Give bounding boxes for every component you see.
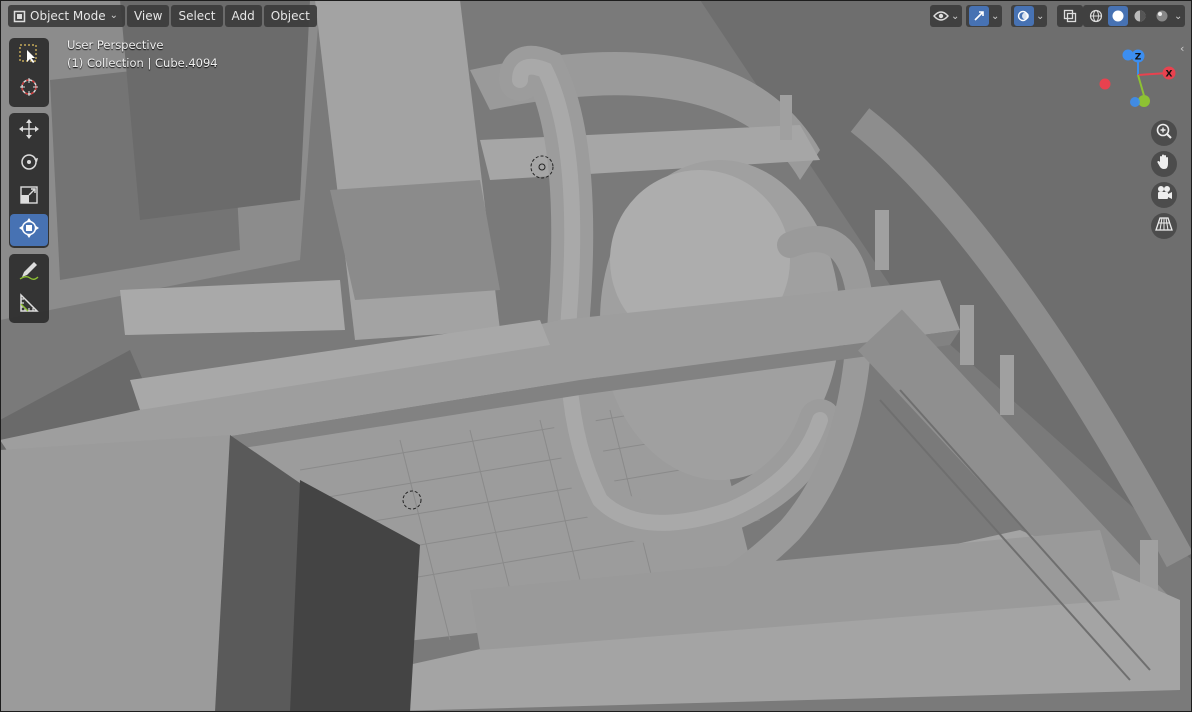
sidebar-toggle-arrow[interactable]: ‹ [1180,42,1184,55]
3d-viewport[interactable]: Object Mode ⌄ View Select Add Object ⌄ ⌄… [0,0,1192,712]
material-shading-icon[interactable] [1130,6,1150,26]
chevron-down-icon[interactable]: ⌄ [1174,11,1182,22]
menu-object[interactable]: Object [263,5,317,27]
chevron-down-icon: ⌄ [951,10,960,22]
viewport-header: Object Mode ⌄ View Select Add Object [8,4,319,28]
measure-ruler-icon [18,292,40,318]
zoom-icon [1155,122,1173,144]
eye-icon [933,10,949,22]
menu-add[interactable]: Add [224,5,262,27]
grid-perspective-icon [1155,215,1173,237]
rendered-shading-icon[interactable] [1152,6,1172,26]
scene-render[interactable] [0,0,1192,712]
tool-group-select [9,38,49,107]
move-icon [18,118,40,144]
annotate-pencil-icon [18,259,40,285]
xray-icon [1060,6,1080,26]
transform-tool[interactable] [10,214,48,246]
camera-view-button[interactable] [1151,182,1177,208]
select-box-tool[interactable] [10,40,48,72]
wireframe-shading-icon[interactable] [1086,6,1106,26]
visibility-toggle[interactable]: ⌄ [930,5,963,27]
gizmo-x-label: X [1166,70,1173,80]
select-box-icon [18,43,40,69]
move-tool[interactable] [10,115,48,147]
solid-shading-icon[interactable] [1108,6,1128,26]
navigation-gizmo[interactable]: Z X [1095,45,1181,113]
scale-tool[interactable] [10,181,48,213]
chevron-down-icon: ⌄ [991,10,1000,22]
rotate-tool[interactable] [10,148,48,180]
gizmo-icon [969,6,989,26]
shading-modes: ⌄ [1083,5,1186,27]
overlays-icon [1014,6,1034,26]
chevron-down-icon: ⌄ [1036,10,1045,22]
perspective-toggle-button[interactable] [1151,213,1177,239]
pan-button[interactable] [1151,151,1177,177]
zoom-button[interactable] [1151,120,1177,146]
object-mode-icon [13,10,26,23]
mode-label: Object Mode [30,9,106,23]
transform-icon [18,217,40,243]
xray-toggle[interactable] [1057,5,1083,27]
gizmo-z-label: Z [1135,53,1142,63]
scale-icon [18,184,40,210]
tool-group-transform [9,113,49,248]
gizmo-neg-y[interactable] [1130,97,1140,107]
menu-view[interactable]: View [126,5,170,27]
mode-dropdown[interactable]: Object Mode ⌄ [8,5,125,27]
hand-pan-icon [1155,153,1173,175]
cursor-icon [18,76,40,102]
gizmo-neg-x[interactable] [1099,78,1111,90]
tool-shelf [9,38,49,329]
overlays-toggle[interactable]: ⌄ [1011,5,1048,27]
camera-icon [1155,184,1173,206]
rotate-icon [18,151,40,177]
gizmo-toggle[interactable]: ⌄ [966,5,1003,27]
view-perspective-label: User Perspective [67,38,164,52]
menu-select[interactable]: Select [171,5,223,27]
tool-group-annotate [9,254,49,323]
active-object-label: (1) Collection | Cube.4094 [67,56,218,70]
measure-tool[interactable] [10,289,48,321]
chevron-down-icon: ⌄ [109,10,118,21]
cursor-tool[interactable] [10,73,48,105]
annotate-tool[interactable] [10,256,48,288]
